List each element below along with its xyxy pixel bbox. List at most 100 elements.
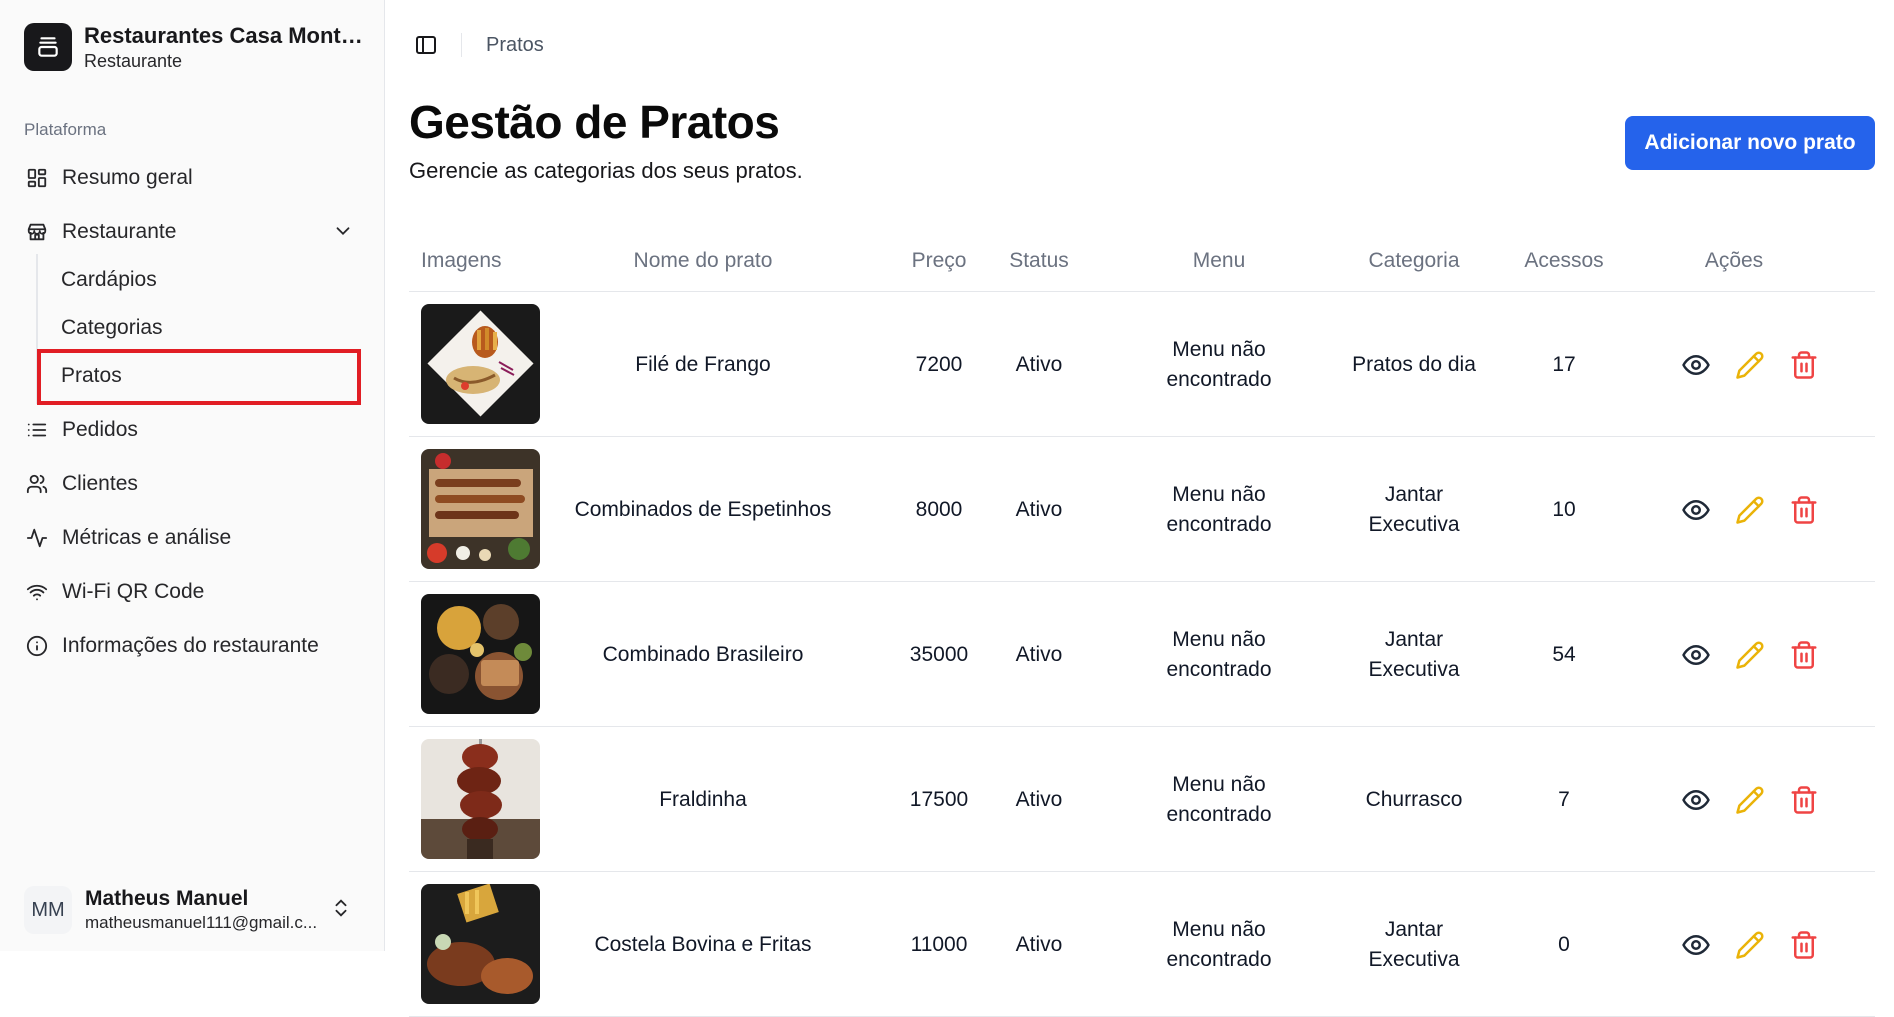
column-header-access: Acessos: [1524, 249, 1604, 272]
dish-name: Combinado Brasileiro: [602, 642, 804, 666]
sidebar-item-cardapios[interactable]: Cardápios: [61, 260, 351, 300]
sidebar-item-pedidos[interactable]: Pedidos: [24, 410, 364, 450]
dish-image: [421, 739, 540, 859]
dish-name: Filé de Frango: [635, 352, 771, 376]
breadcrumb[interactable]: Pratos: [486, 34, 544, 57]
dish-menu-line: encontrado: [1166, 657, 1272, 681]
sidebar-item-label: Wi-Fi QR Code: [62, 580, 205, 603]
sidebar-item-restaurante[interactable]: Restaurante: [24, 212, 364, 252]
sidebar-item-wifi-qr[interactable]: Wi-Fi QR Code: [24, 572, 364, 612]
trash-icon[interactable]: [1787, 638, 1821, 672]
column-header-images: Imagens: [421, 249, 502, 272]
pencil-icon[interactable]: [1733, 638, 1767, 672]
dish-name: Fraldinha: [659, 787, 747, 811]
column-header-status: Status: [1009, 249, 1069, 272]
sidebar-toggle-button[interactable]: [411, 30, 441, 60]
table-row: Combinado Brasileiro 35000 Ativo Menu não en…: [409, 582, 1875, 727]
dashboard-icon: [24, 165, 50, 191]
sidebar-item-label: Clientes: [62, 472, 138, 495]
sidebar-item-resumo-geral[interactable]: Resumo geral: [24, 158, 364, 198]
dish-category-line: Churrasco: [1365, 787, 1463, 811]
chevron-down-icon[interactable]: [332, 220, 354, 248]
dish-menu: Menu não encontrado: [1109, 582, 1329, 727]
sidebar-item-label: Pedidos: [62, 418, 138, 441]
user-menu[interactable]: MM Matheus Manuel matheusmanuel111@gmail…: [24, 880, 364, 940]
dish-category-line: Jantar: [1384, 917, 1444, 941]
dish-category: Churrasco: [1319, 727, 1509, 872]
table-row: Fraldinha 17500 Ativo Menu não encontrado Chu…: [409, 727, 1875, 872]
dish-access-count: 17: [1552, 352, 1576, 376]
dish-status: Ativo: [1015, 787, 1063, 811]
user-email: matheusmanuel111@gmail.c...: [85, 913, 318, 932]
dish-price: 8000: [915, 497, 963, 521]
row-actions: [1679, 727, 1841, 872]
dish-menu-line: Menu não: [1172, 772, 1266, 796]
dish-menu: Menu não encontrado: [1109, 872, 1329, 1017]
column-header-menu: Menu: [1192, 249, 1246, 272]
sidebar-item-label: Restaurante: [62, 220, 177, 243]
page-subtitle: Gerencie as categorias dos seus pratos.: [409, 158, 803, 183]
divider: [461, 33, 462, 57]
section-label: Plataforma: [24, 120, 107, 139]
row-actions: [1679, 582, 1841, 727]
dish-access-count: 10: [1552, 497, 1576, 521]
pencil-icon[interactable]: [1733, 783, 1767, 817]
row-actions: [1679, 872, 1841, 1017]
table-row: Filé de Frango 7200 Ativo Menu não encontrad…: [409, 292, 1875, 437]
activity-icon: [24, 525, 50, 551]
row-actions: [1679, 437, 1841, 582]
topbar: Pratos: [411, 30, 544, 60]
sidebar-item-label: Informações do restaurante: [62, 634, 319, 657]
store-icon: [24, 219, 50, 245]
dish-price: 35000: [909, 642, 969, 666]
eye-icon[interactable]: [1679, 348, 1713, 382]
dish-status: Ativo: [1015, 932, 1063, 956]
dish-menu-line: encontrado: [1166, 947, 1272, 971]
dish-menu: Menu não encontrado: [1109, 292, 1329, 437]
sidebar-item-categorias[interactable]: Categorias: [61, 308, 351, 348]
sidebar-item-metricas[interactable]: Métricas e análise: [24, 518, 364, 558]
dish-menu-line: Menu não: [1172, 337, 1266, 361]
trash-icon[interactable]: [1787, 493, 1821, 527]
panel-left-icon: [416, 36, 436, 54]
sidebar-item-informacoes[interactable]: Informações do restaurante: [24, 626, 364, 666]
add-dish-button[interactable]: Adicionar novo prato: [1625, 116, 1875, 170]
dish-status: Ativo: [1015, 642, 1063, 666]
dish-image: [421, 884, 540, 1004]
dish-access-count: 7: [1558, 787, 1570, 811]
dish-category-line: Executiva: [1368, 657, 1460, 681]
pencil-icon[interactable]: [1733, 928, 1767, 962]
column-header-actions: Ações: [1704, 249, 1764, 272]
dish-category-line: Pratos do dia: [1352, 352, 1476, 376]
row-actions: [1679, 292, 1841, 437]
table-row: Combinados de Espetinhos 8000 Ativo Menu nã…: [409, 437, 1875, 582]
eye-icon[interactable]: [1679, 638, 1713, 672]
dish-status: Ativo: [1015, 497, 1063, 521]
sidebar-item-label: Resumo geral: [62, 166, 193, 189]
trash-icon[interactable]: [1787, 348, 1821, 382]
trash-icon[interactable]: [1787, 783, 1821, 817]
trash-icon[interactable]: [1787, 928, 1821, 962]
dish-category-line: Executiva: [1368, 512, 1460, 536]
eye-icon[interactable]: [1679, 493, 1713, 527]
restaurant-name: Restaurantes Casa Monte...: [84, 22, 364, 48]
eye-icon[interactable]: [1679, 783, 1713, 817]
avatar: MM: [24, 886, 72, 934]
info-icon: [24, 633, 50, 659]
dish-access-count: 0: [1558, 932, 1570, 956]
dish-price: 17500: [909, 787, 969, 811]
column-header-name: Nome do prato: [633, 249, 773, 272]
dish-access-count: 54: [1552, 642, 1576, 666]
sidebar-item-clientes[interactable]: Clientes: [24, 464, 364, 504]
dish-menu: Menu não encontrado: [1109, 727, 1329, 872]
pencil-icon[interactable]: [1733, 348, 1767, 382]
dish-menu: Menu não encontrado: [1109, 437, 1329, 582]
eye-icon[interactable]: [1679, 928, 1713, 962]
dish-menu-line: encontrado: [1166, 512, 1272, 536]
pencil-icon[interactable]: [1733, 493, 1767, 527]
restaurant-switcher[interactable]: Restaurantes Casa Monte... Restaurante: [24, 22, 364, 72]
main-content: Pratos Gestão de Pratos Gerencie as cate…: [385, 0, 1894, 1017]
chevrons-up-down-icon[interactable]: [330, 896, 352, 925]
dishes-table: Imagens Nome do prato Preço Status Menu …: [409, 230, 1875, 1017]
dish-menu-line: encontrado: [1166, 367, 1272, 391]
